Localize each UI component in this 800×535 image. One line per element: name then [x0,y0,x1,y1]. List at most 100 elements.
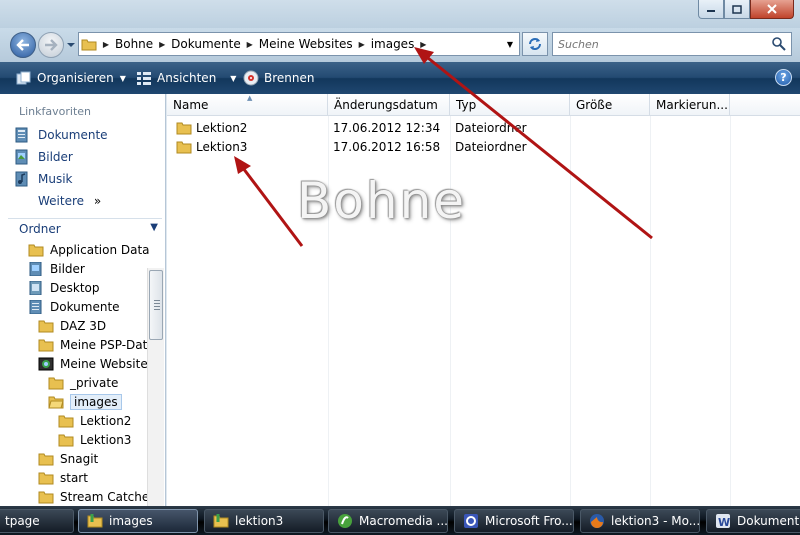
taskbar-label: Macromedia ... [359,514,448,528]
tree-item[interactable]: Meine PSP-Datei [38,335,158,354]
folders-header[interactable]: Ordner ▼ [8,218,162,238]
folder-open-icon [48,395,64,409]
breadcrumb-item[interactable]: Bohne [113,37,155,51]
folder-icon [58,433,74,447]
refresh-button[interactable] [522,32,548,56]
tree-item[interactable]: Lektion2 [58,411,131,430]
column-header-label: Markierun... [656,97,728,112]
breadcrumb-item[interactable]: Meine Websites [257,37,355,51]
favorite-music[interactable]: Musik [14,169,73,189]
folder-icon [58,414,74,428]
firefox-icon [589,513,605,529]
close-button[interactable] [750,0,794,19]
column-header-type[interactable]: Typ [450,94,570,116]
tree-item-label: DAZ 3D [60,318,107,333]
taskbar-button[interactable]: Macromedia ... [328,509,448,533]
tree-item[interactable]: Bilder [28,259,85,278]
column-header-size[interactable]: Größe [570,94,650,116]
views-icon [136,71,152,85]
burn-button[interactable]: Brennen [243,62,314,94]
favorite-label: Musik [38,172,73,186]
search-box[interactable] [552,32,792,56]
tree-item[interactable]: start [38,468,88,487]
help-button[interactable]: ? [775,69,792,86]
watermark-text: Bohne [297,172,467,230]
taskbar-label: Microsoft Fro... [485,514,573,528]
tree-item[interactable]: Application Data [28,240,150,259]
breadcrumb-separator-icon[interactable]: ▶ [155,40,169,49]
forward-button[interactable] [38,32,64,58]
title-bar [0,0,800,28]
pictures-icon [14,149,32,165]
favorite-pictures[interactable]: Bilder [14,147,73,167]
taskbar-label: tpage [5,514,40,528]
column-header-tags[interactable]: Markierun... [650,94,730,116]
scrollbar-thumb[interactable] [149,270,163,340]
maximize-icon [732,4,742,14]
search-input[interactable] [553,33,767,55]
taskbar-label: lektion3 [235,514,284,528]
file-row[interactable]: Lektion3 17.06.2012 16:58 Dateiordner [167,137,800,156]
tree-item-selected[interactable]: images [48,392,122,411]
taskbar-button[interactable]: tpage [0,509,74,533]
tree-item[interactable]: Lektion3 [58,430,131,449]
tree-item-label: Stream Catcher [60,489,155,504]
tree-item[interactable]: DAZ 3D [38,316,106,335]
breadcrumb-separator-icon[interactable]: ▶ [99,40,113,49]
favorite-documents[interactable]: Dokumente [14,125,108,145]
documents-folder-icon [28,299,44,314]
taskbar-button[interactable]: Microsoft Fro... [454,509,574,533]
folder-icon [176,121,192,135]
back-button[interactable] [10,32,36,58]
views-button[interactable]: Ansichten ▼ [136,62,236,94]
column-header-name[interactable]: Name ▲ [167,94,328,116]
tree-item-label: Snagit [60,451,99,466]
close-icon [767,4,777,14]
tree-item-label: start [60,470,88,485]
taskbar-button[interactable]: W Dokument1 - [706,509,800,533]
tree-scrollbar[interactable] [147,268,164,506]
file-row[interactable]: Lektion2 17.06.2012 12:34 Dateiordner [167,118,800,137]
tree-item[interactable]: Snagit [38,449,98,468]
breadcrumb-separator-icon[interactable]: ▶ [355,40,369,49]
maximize-button[interactable] [724,0,750,19]
sort-ascending-icon: ▲ [247,94,253,102]
column-header-modified[interactable]: Änderungsdatum [328,94,450,116]
tree-item[interactable]: Stream Catcher [38,487,154,506]
more-chevron-icon: » [93,194,102,208]
folder-icon [48,376,64,390]
search-icon[interactable] [771,36,787,52]
breadcrumb-item[interactable]: Dokumente [169,37,243,51]
taskbar-label: images [109,514,153,528]
taskbar-button-active[interactable]: images [78,509,198,533]
address-row: ▶ Bohne ▶ Dokumente ▶ Meine Websites ▶ i… [0,28,800,62]
organize-button[interactable]: Organisieren ▼ [16,62,126,94]
minimize-icon [707,10,715,12]
folder-icon [87,513,103,529]
forward-arrow-icon [45,39,58,51]
address-bar[interactable]: ▶ Bohne ▶ Dokumente ▶ Meine Websites ▶ i… [78,32,520,56]
file-name-cell: Lektion2 [176,118,247,137]
tree-item[interactable]: Meine Websites [38,354,154,373]
column-header-empty [730,94,800,116]
breadcrumb-separator-icon[interactable]: ▶ [416,40,430,49]
taskbar-button[interactable]: lektion3 - Mo... [580,509,700,533]
address-history-dropdown[interactable]: ▼ [501,33,519,55]
minimize-button[interactable] [698,0,724,19]
frontpage-icon [463,513,479,529]
taskbar-button[interactable]: lektion3 [204,509,324,533]
breadcrumb-separator-icon[interactable]: ▶ [243,40,257,49]
taskbar: tpage images lektion3 Macromedia ... Mic… [0,506,800,535]
recent-pages-dropdown-icon[interactable] [66,40,76,50]
folder-icon [213,513,229,529]
tree-item[interactable]: Dokumente [28,297,120,316]
file-type: Dateiordner [455,139,527,154]
websites-folder-icon [38,357,54,371]
svg-text:W: W [718,516,730,529]
folder-icon [38,471,54,485]
more-favorites-link[interactable]: Weitere » [38,194,101,208]
tree-item[interactable]: _private [48,373,118,392]
breadcrumb-item[interactable]: images [369,37,417,51]
breadcrumb: ▶ Bohne ▶ Dokumente ▶ Meine Websites ▶ i… [79,33,430,55]
tree-item[interactable]: Desktop [28,278,100,297]
